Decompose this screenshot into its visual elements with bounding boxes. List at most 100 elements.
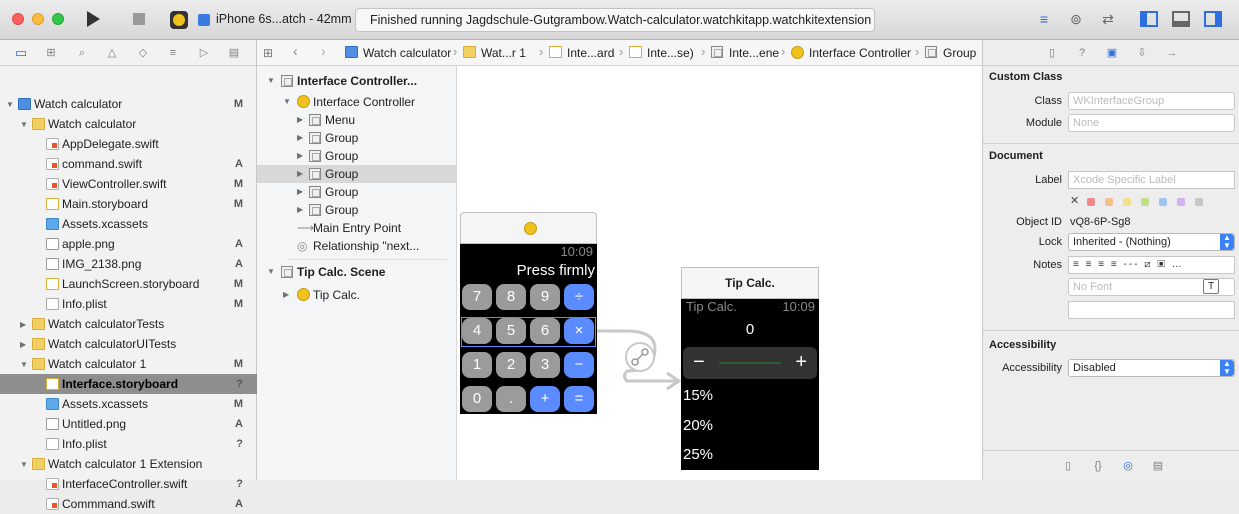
clear-label-icon[interactable]: ✕: [1070, 194, 1079, 207]
calc-key[interactable]: 8: [496, 284, 526, 310]
navigator-item[interactable]: ▼ Watch calculator M: [0, 94, 257, 114]
debug-toggle-icon[interactable]: [1172, 11, 1190, 27]
font-picker-icon[interactable]: T: [1203, 279, 1219, 294]
identity-inspector-icon[interactable]: ▣: [1105, 46, 1119, 60]
search-icon[interactable]: ⌕: [75, 46, 89, 60]
standard-editor-icon[interactable]: ≡: [1034, 11, 1054, 27]
tip-option[interactable]: 25%: [683, 446, 713, 463]
attributes-icon[interactable]: ⇩: [1135, 46, 1149, 60]
disclosure-icon[interactable]: ▶: [297, 129, 303, 147]
symbol-icon[interactable]: ⊞: [44, 46, 58, 60]
calc-key[interactable]: 0: [462, 386, 492, 412]
module-field[interactable]: None: [1068, 114, 1235, 132]
outline-item[interactable]: ▶ Group: [257, 129, 457, 147]
calc-key[interactable]: 1: [462, 352, 492, 378]
breadcrumb-item[interactable]: Wat...r 1: [481, 46, 526, 60]
label-color-red[interactable]: [1087, 198, 1095, 206]
tip-scene-header[interactable]: Tip Calc.: [681, 267, 819, 299]
outline-item[interactable]: ◎ Relationship "next...: [257, 237, 457, 255]
breadcrumb-item[interactable]: Inte...ard: [567, 46, 614, 60]
outline-item[interactable]: ▶ Menu: [257, 111, 457, 129]
disclosure-icon[interactable]: ▶: [297, 165, 303, 183]
breakpoint-icon[interactable]: ▷: [197, 46, 211, 60]
navigator-item[interactable]: InterfaceController.swift?: [0, 474, 257, 494]
folder-icon[interactable]: ▭: [14, 46, 28, 60]
calc-key[interactable]: 2: [496, 352, 526, 378]
disclosure-icon[interactable]: ▶: [297, 183, 303, 201]
disclosure-icon[interactable]: ▶: [20, 315, 26, 335]
navigator-item[interactable]: Assets.xcassets M: [0, 394, 257, 414]
report-icon[interactable]: ▤: [227, 46, 241, 60]
navigator-item[interactable]: IMG_2138.png A: [0, 254, 257, 274]
connections-icon[interactable]: →: [1165, 46, 1179, 60]
label-color-blue[interactable]: [1159, 198, 1167, 206]
disclosure-icon[interactable]: ▶: [283, 286, 289, 304]
zoom-window-button[interactable]: [52, 13, 64, 25]
navigator-item[interactable]: Main.storyboard M: [0, 194, 257, 214]
scheme-destination[interactable]: iPhone 6s...atch - 42mm: [216, 12, 351, 26]
navigator-toggle-icon[interactable]: [1140, 11, 1158, 27]
segue-arrow[interactable]: [587, 321, 687, 401]
close-window-button[interactable]: [12, 13, 24, 25]
disclosure-icon[interactable]: ▶: [297, 111, 303, 129]
calc-key[interactable]: 3: [530, 352, 560, 378]
navigator-item[interactable]: apple.png A: [0, 234, 257, 254]
debug-icon[interactable]: ≡: [166, 46, 180, 60]
calculator-scene-header[interactable]: [460, 212, 597, 244]
navigator-item[interactable]: Info.plist M: [0, 294, 257, 314]
outline-item[interactable]: ▶ Group: [257, 165, 457, 183]
navigator-item[interactable]: ▶ Watch calculatorTests: [0, 314, 257, 334]
disclosure-icon[interactable]: ▼: [283, 93, 291, 111]
class-field[interactable]: WKInterfaceGroup: [1068, 92, 1235, 110]
breadcrumb-item[interactable]: Inte...ene: [729, 46, 779, 60]
calc-key[interactable]: +: [530, 386, 560, 412]
disclosure-icon[interactable]: ▶: [297, 147, 303, 165]
navigator-item[interactable]: AppDelegate.swift: [0, 134, 257, 154]
slider-minus[interactable]: −: [693, 351, 705, 374]
disclosure-icon[interactable]: ▼: [267, 263, 275, 281]
disclosure-icon[interactable]: ▶: [297, 201, 303, 219]
scheme-icon[interactable]: [170, 11, 188, 29]
file-template-icon[interactable]: ▯: [1061, 459, 1075, 473]
navigator-item[interactable]: LaunchScreen.storyboard M: [0, 274, 257, 294]
navigator-item[interactable]: ViewController.swift M: [0, 174, 257, 194]
navigator-item[interactable]: Info.plist?: [0, 434, 257, 454]
notes-formatting-bar[interactable]: ≡ ≡ ≡ ≡ --- ⧄ ▣ …: [1068, 256, 1235, 274]
media-library-icon[interactable]: ▤: [1151, 459, 1165, 473]
label-color-orange[interactable]: [1105, 198, 1113, 206]
navigator-item[interactable]: Commmand.swift A: [0, 494, 257, 514]
accessibility-popup[interactable]: Disabled ▲ ▼: [1068, 359, 1235, 377]
navigator-item[interactable]: ▼ Watch calculator: [0, 114, 257, 134]
tip-option[interactable]: 20%: [683, 417, 713, 434]
tip-slider[interactable]: − +: [683, 347, 817, 379]
outline-item[interactable]: ▼ Tip Calc. Scene: [257, 263, 457, 281]
label-color-purple[interactable]: [1177, 198, 1185, 206]
navigator-item[interactable]: command.swift A: [0, 154, 257, 174]
help-icon[interactable]: ?: [1075, 46, 1089, 60]
disclosure-icon[interactable]: ▼: [20, 115, 28, 135]
navigator-item[interactable]: ▶ Watch calculatorUITests: [0, 334, 257, 354]
tip-option[interactable]: 15%: [683, 387, 713, 404]
run-icon[interactable]: [87, 11, 100, 27]
breadcrumb-item[interactable]: Inte...se): [647, 46, 694, 60]
breadcrumb-item[interactable]: Interface Controller: [809, 46, 911, 60]
doc-label-field[interactable]: Xcode Specific Label: [1068, 171, 1235, 189]
calc-key[interactable]: 9: [530, 284, 560, 310]
navigator-item[interactable]: ▼ Watch calculator 1 Extension: [0, 454, 257, 474]
file-inspector-icon[interactable]: ▯: [1045, 46, 1059, 60]
calc-key[interactable]: .: [496, 386, 526, 412]
test-icon[interactable]: ◇: [136, 46, 150, 60]
navigator-item[interactable]: Untitled.png A: [0, 414, 257, 434]
disclosure-icon[interactable]: ▼: [6, 95, 14, 115]
disclosure-icon[interactable]: ▶: [20, 335, 26, 355]
disclosure-icon[interactable]: ▼: [20, 455, 28, 475]
code-snippet-icon[interactable]: {}: [1091, 459, 1105, 473]
warning-icon[interactable]: △: [105, 46, 119, 60]
breadcrumb-item[interactable]: Group: [943, 46, 976, 60]
calc-key[interactable]: ÷: [564, 284, 594, 310]
notes-field[interactable]: [1068, 301, 1235, 319]
object-library-icon[interactable]: ◎: [1121, 459, 1135, 473]
outline-item[interactable]: ▶ Group: [257, 183, 457, 201]
label-color-green[interactable]: [1141, 198, 1149, 206]
breadcrumb-item[interactable]: Watch calculator: [363, 46, 451, 60]
